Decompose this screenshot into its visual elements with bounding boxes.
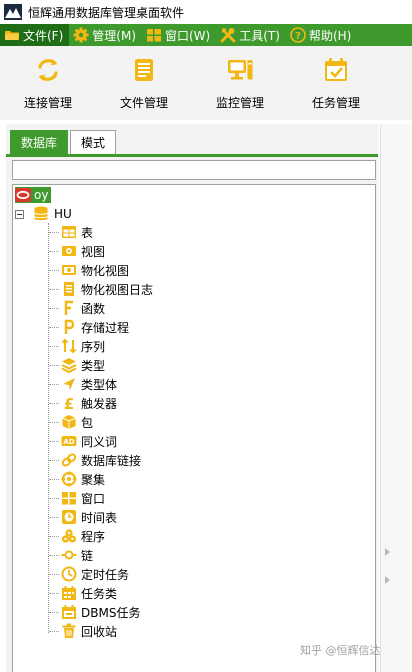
view-icon (62, 246, 76, 256)
calendar-check-icon (325, 58, 347, 81)
tree-item-dbms-jobs[interactable]: DBMS任务 (49, 603, 140, 621)
menu-help[interactable]: ? 帮助(H) (286, 24, 357, 46)
menu-manage[interactable]: 管理(M) (69, 24, 142, 46)
app-logo-icon (4, 4, 22, 20)
tree-item-tables[interactable]: 表 (49, 223, 93, 241)
window-title: 恒辉通用数据库管理桌面软件 (28, 5, 185, 20)
tree-item-synonyms[interactable]: AD 同义词 (49, 432, 117, 450)
menu-window[interactable]: 窗口(W) (142, 24, 216, 46)
navigator-tabs: 数据库 模式 (10, 130, 118, 154)
collapse-toggle[interactable] (15, 209, 24, 219)
tab-schema[interactable]: 模式 (70, 130, 117, 154)
table-icon (62, 226, 76, 238)
folder-icon (5, 31, 19, 40)
connection-manage-button[interactable]: 连接管理 (0, 46, 96, 120)
svg-text:?: ? (295, 31, 301, 42)
tree-item-triggers[interactable]: £ 触发器 (49, 394, 117, 412)
tree-item-types[interactable]: 类型 (49, 356, 105, 374)
tree-item-procedures[interactable]: 存储过程 (49, 318, 129, 336)
navigator-panel: 数据库 模式 oy HU 表 视图 物化视图 物化视图日志 函数 存储过程 序列… (6, 124, 378, 672)
window-icon (62, 492, 76, 505)
chain-icon (61, 550, 77, 560)
object-tree[interactable]: oy HU 表 视图 物化视图 物化视图日志 函数 存储过程 序列 类型 类型体… (12, 184, 376, 672)
oracle-connection-icon (15, 188, 31, 202)
title-bar: 恒辉通用数据库管理桌面软件 (0, 0, 412, 24)
monitor-icon (228, 60, 253, 80)
tree-item-materialized-view-logs[interactable]: 物化视图日志 (49, 280, 153, 298)
database-icon (34, 206, 48, 221)
procedure-icon (64, 319, 75, 334)
svg-text:AD: AD (63, 438, 74, 446)
tree-item-functions[interactable]: 函数 (49, 299, 105, 317)
tree-item-job-classes[interactable]: 任务类 (49, 584, 117, 602)
menu-bar: 文件(F) 管理(M) 窗口(W) 工具(T) ? 帮助(H) (0, 24, 412, 46)
tree-item-chains[interactable]: 链 (49, 546, 93, 564)
tree-item-views[interactable]: 视图 (49, 242, 105, 260)
program-icon (61, 529, 77, 543)
help-icon: ? (290, 27, 306, 43)
tree-item-windows[interactable]: 窗口 (49, 489, 105, 507)
tree-item-jobs[interactable]: 定时任务 (49, 565, 129, 583)
log-icon (64, 282, 74, 296)
tab-underline (6, 154, 378, 157)
tools-icon (220, 28, 236, 43)
gear-icon (73, 27, 89, 43)
tree-item-programs[interactable]: 程序 (49, 527, 105, 545)
task-manage-button[interactable]: 任务管理 (288, 46, 384, 120)
chevron-right-icon[interactable] (385, 576, 390, 584)
chevron-right-icon[interactable] (385, 548, 390, 556)
tree-item-type-bodies[interactable]: 类型体 (49, 375, 117, 393)
tree-item-recycle-bin[interactable]: 回收站 (49, 622, 117, 640)
file-manage-button[interactable]: 文件管理 (96, 46, 192, 120)
windows-icon (147, 29, 161, 42)
type-body-icon (63, 378, 75, 390)
materialized-view-icon (62, 265, 76, 275)
tree-item-sequences[interactable]: 序列 (49, 337, 105, 355)
tree-item-schedules[interactable]: 时间表 (49, 508, 117, 526)
file-stack-icon (135, 59, 153, 81)
main-toolbar: 连接管理 文件管理 监控管理 任务管理 (0, 46, 412, 120)
menu-tools[interactable]: 工具(T) (216, 24, 286, 46)
right-dock-strip (380, 124, 412, 672)
menu-file[interactable]: 文件(F) (0, 24, 70, 46)
synonym-icon: AD (61, 436, 77, 446)
sequence-icon (61, 338, 77, 354)
tree-item-clusters[interactable]: 聚集 (49, 470, 105, 488)
cluster-icon (61, 471, 77, 487)
tree-item-materialized-views[interactable]: 物化视图 (49, 261, 129, 279)
tree-item-packages[interactable]: 包 (49, 413, 93, 431)
refresh-arrows-icon (38, 59, 58, 81)
dbms-job-icon (62, 605, 76, 619)
function-icon (64, 300, 73, 315)
package-icon (62, 415, 76, 429)
trigger-icon: £ (64, 395, 74, 411)
job-class-icon (62, 586, 76, 600)
watermark: 知乎 @恒辉信达 (300, 644, 381, 657)
svg-text:£: £ (64, 395, 74, 411)
tree-connection-node[interactable]: oy (15, 187, 52, 203)
tree-item-database-links[interactable]: 数据库链接 (49, 451, 141, 469)
tree-filter-input[interactable] (12, 160, 376, 180)
schedule-icon (62, 510, 76, 524)
tab-database[interactable]: 数据库 (10, 130, 69, 154)
link-icon (61, 453, 77, 467)
type-layers-icon (61, 358, 77, 373)
monitor-manage-button[interactable]: 监控管理 (192, 46, 288, 120)
recycle-bin-icon (62, 623, 76, 638)
tree-database-node[interactable]: HU (15, 205, 72, 223)
timer-icon (61, 566, 77, 582)
